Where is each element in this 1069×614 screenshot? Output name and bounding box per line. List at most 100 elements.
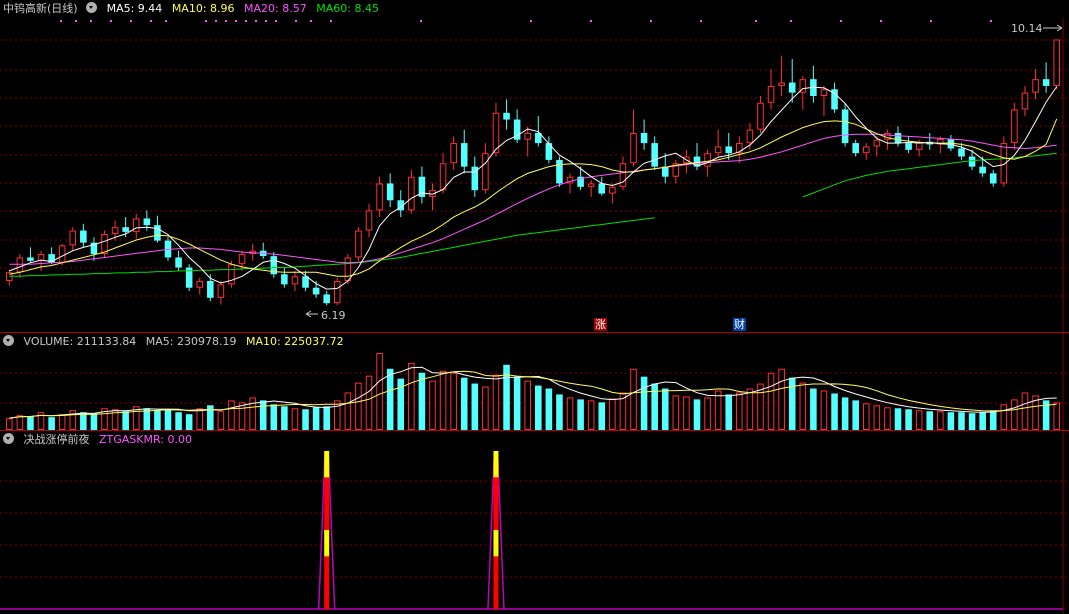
top-marker-dot [165,20,167,22]
candle-body-up [69,230,77,246]
volume-header: VOLUME: 211133.84 MA5: 230978.19 MA10: 2… [0,333,350,351]
signal-bar-segment [324,530,330,557]
volume-bar-down [545,388,553,430]
volume-bar-up [408,362,415,430]
volume-toggle-icon[interactable] [3,335,14,346]
top-marker-dot [60,20,62,22]
top-marker-dot [650,20,652,22]
volume-bar-up [587,400,595,430]
price-panel: 中钨高新(日线) MA5: 9.44 MA10: 8.96 MA20: 8.57… [0,0,1069,333]
volume-bar-up [799,382,807,430]
volume-bar-up [873,405,881,430]
volume-bar-down [418,372,426,430]
volume-bar-down [598,402,606,430]
top-marker-dot [530,20,532,22]
volume-bar-down [175,412,182,430]
volume-bar-up [429,380,436,430]
candle-body-up [820,89,828,97]
candle-body-down [1042,79,1050,86]
volume-bar-up [344,392,352,430]
volume-bar-up [1011,399,1018,431]
price-toggle-icon[interactable] [86,2,98,13]
volume-bar-down [926,411,934,430]
top-marker-dot [215,20,217,22]
candle-body-up [238,254,246,265]
volume-bar-down [270,404,278,430]
candle-body-up [101,233,108,255]
candle-body-up [111,227,119,234]
volume-bar-up [736,392,743,430]
volume-bar-up [450,372,457,430]
volume-bar-up [714,390,722,430]
signal-bar-segment [324,451,330,478]
volume-bar-up [58,414,66,430]
top-marker-dot [235,20,237,22]
volume-bar-up [1000,404,1008,430]
indicator-toggle-icon[interactable] [3,433,14,444]
volume-bar-down [905,409,912,430]
volume-bar-up [683,396,690,430]
volume-bar-up [16,415,24,431]
candle-body-up [16,257,24,273]
candle-body-up [704,153,711,167]
event-tag-cai[interactable]: 财 [733,318,746,331]
candle-body-down [958,148,965,157]
volume-bar-down [661,388,669,430]
candle-body-down [27,257,34,261]
candle-body-down [122,227,129,232]
candle-body-down [207,281,214,298]
volume-bar-down [958,412,965,430]
volume-bar-down [894,408,902,430]
top-marker-dot [790,20,792,22]
candle-body-up [630,133,637,164]
volume-bar-up [524,380,531,430]
top-marker-dot [225,20,227,22]
volume-bar-up [820,390,828,430]
ma60-readout: MA60: 8.45 [316,2,379,15]
ma20-readout: MA20: 8.57 [244,2,307,15]
candle-body-up [196,281,204,288]
volume-bar-down [27,416,34,430]
candle-body-down [979,166,986,174]
volume-bar-down [122,411,129,430]
candle-body-up [376,183,383,211]
volume-bar-up [333,400,341,430]
candle-body-up [482,153,489,191]
volume-bar-up [704,397,711,430]
candle-body-up [344,257,352,282]
candle-body-down [989,173,997,184]
volume-bar-up [566,397,574,430]
candle-body-down [661,166,669,177]
indicator-chart[interactable] [0,431,1069,614]
volume-bar-down [185,414,193,430]
volume-bar-up [482,386,489,430]
volume-bar-up [492,374,500,430]
volume-bar-up [1053,402,1060,430]
volume-bar-up [672,395,680,430]
candle-body-up [767,85,775,103]
signal-bar-segment [324,582,330,610]
volume-bar-up [915,410,923,431]
signal-bar-segment [324,477,330,505]
candle-body-up [862,146,870,154]
event-tag-zhang[interactable]: 涨 [594,318,607,331]
candle-body-down [598,183,606,194]
candle-body-down [556,159,563,184]
candle-body-up [1011,109,1018,144]
volume-bar-up [365,375,373,430]
price-chart[interactable] [0,0,1069,333]
volume-bar-down [788,377,796,430]
candle-body-up [609,186,616,194]
volume-bar-down [259,400,267,430]
candle-body-up [217,284,225,298]
volume-bar-up [609,398,616,430]
volume-ma5-readout: MA5: 230978.19 [145,335,237,348]
volume-bar-up [767,372,775,430]
candle-body-up [333,281,341,304]
volume-bar-up [439,370,447,430]
candle-body-down [154,225,161,241]
signal-bar-segment [324,503,330,531]
candle-body-up [492,112,500,154]
candle-body-up [746,129,754,144]
volume-bar-down [302,409,309,430]
